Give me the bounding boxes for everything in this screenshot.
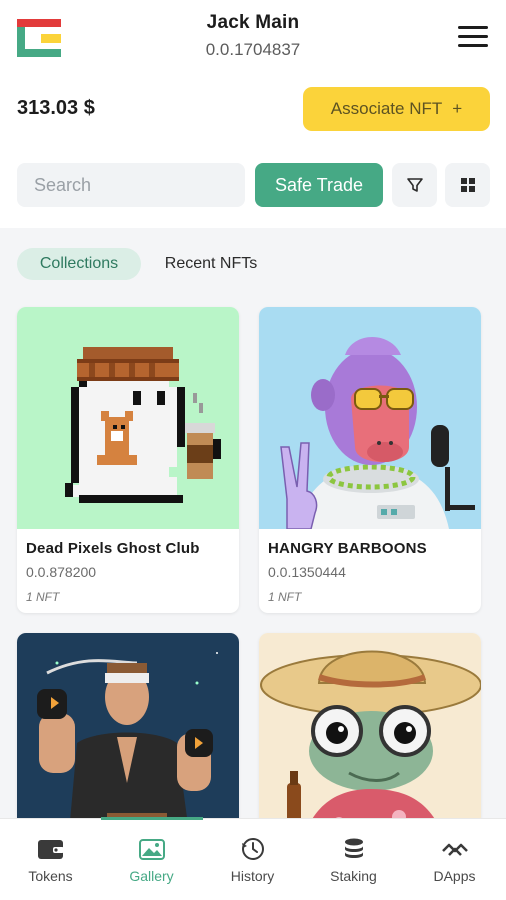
account-info: Jack Main 0.0.1704837 (0, 12, 506, 60)
collection-name: Dead Pixels Ghost Club (26, 540, 200, 557)
collection-name: HANGRY BARBOONS (268, 540, 427, 557)
hamburger-menu-icon[interactable] (458, 26, 488, 48)
tab-collections[interactable]: Collections (17, 248, 141, 280)
collection-id: 0.0.1350444 (268, 564, 346, 580)
nav-label: History (230, 868, 275, 884)
baboon-nft-image (259, 307, 481, 529)
gallery-icon (138, 839, 165, 860)
dapps-icon (441, 843, 468, 856)
collection-card[interactable]: Dead Pixels Ghost Club 0.0.878200 1 NFT (17, 307, 239, 613)
nav-label: Tokens (28, 868, 73, 884)
tab-recent-nfts[interactable]: Recent NFTs (150, 248, 272, 280)
nav-staking[interactable]: Staking (303, 819, 404, 900)
safe-trade-button[interactable]: Safe Trade (255, 163, 383, 207)
account-name: Jack Main (206, 12, 300, 33)
ghost-nft-image (17, 307, 239, 529)
staking-icon (344, 838, 363, 858)
search-input[interactable] (17, 163, 245, 207)
grid-view-button[interactable] (445, 163, 490, 207)
plus-icon: + (452, 99, 463, 118)
collection-card[interactable]: HANGRY BARBOONS 0.0.1350444 1 NFT (259, 307, 481, 613)
nav-dapps[interactable]: DApps (404, 819, 505, 900)
collection-id: 0.0.878200 (26, 564, 97, 580)
grid-icon (460, 178, 475, 192)
header-section: Jack Main 0.0.1704837 313.03 $ Associate… (0, 0, 506, 228)
bottom-navigation: Tokens Gallery History Staking DApps (0, 817, 506, 900)
balance-amount: 313.03 $ (17, 97, 95, 119)
associate-nft-label: Associate NFT (330, 99, 443, 118)
associate-nft-button[interactable]: Associate NFT + (303, 87, 490, 131)
nav-label: Gallery (129, 868, 174, 884)
nft-count: 1 NFT (268, 590, 302, 604)
nav-tokens[interactable]: Tokens (0, 819, 101, 900)
nav-gallery[interactable]: Gallery (101, 819, 202, 900)
wallet-icon (37, 840, 64, 859)
history-icon (241, 838, 264, 860)
filter-button[interactable] (392, 163, 437, 207)
filter-icon (406, 178, 423, 192)
nav-label: DApps (433, 868, 476, 884)
account-id: 0.0.1704837 (205, 40, 301, 59)
nav-label: Staking (330, 868, 377, 884)
nft-count: 1 NFT (26, 590, 60, 604)
nav-history[interactable]: History (202, 819, 303, 900)
